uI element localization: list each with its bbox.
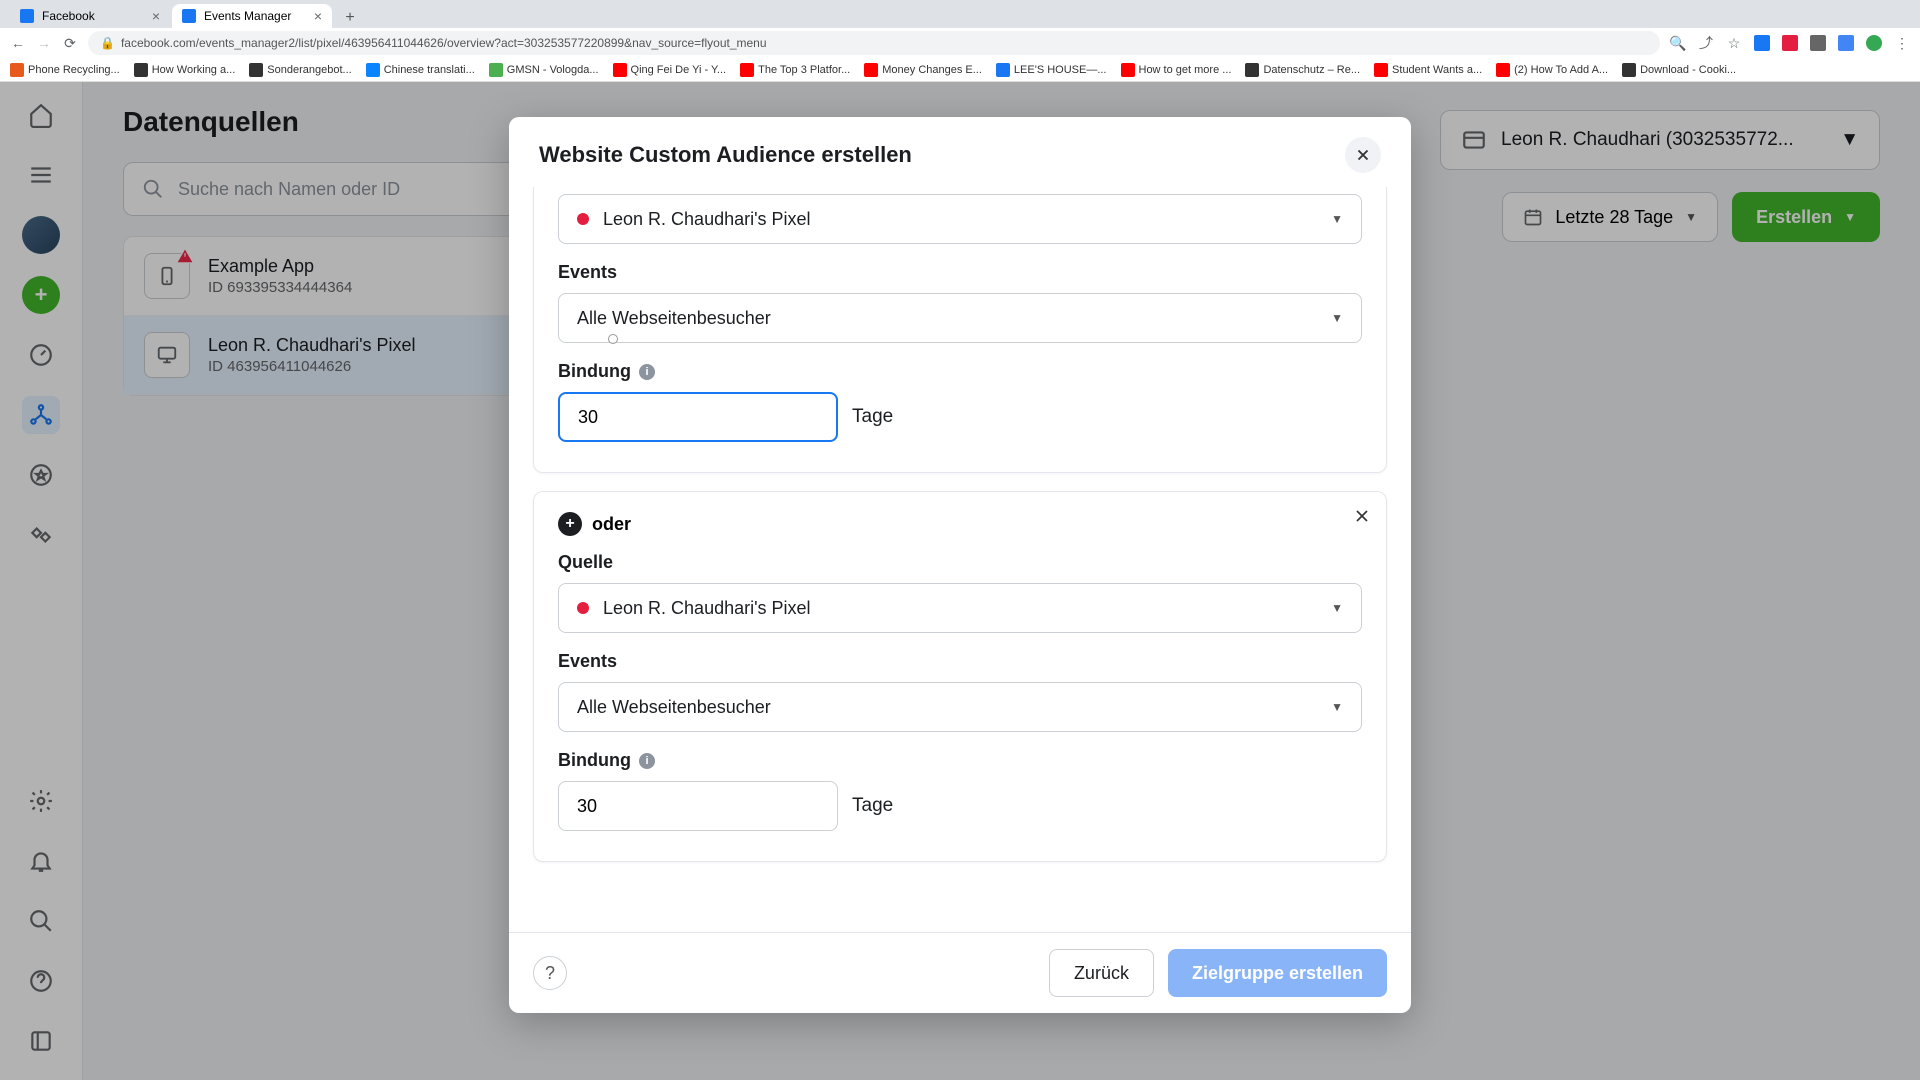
bookmark-item[interactable]: GMSN - Vologda... xyxy=(489,63,599,77)
chevron-down-icon: ▼ xyxy=(1331,700,1343,714)
pixel-status-dot xyxy=(577,213,589,225)
modal-title: Website Custom Audience erstellen xyxy=(539,142,912,168)
bookmark-item[interactable]: Chinese translati... xyxy=(366,63,475,77)
facebook-favicon xyxy=(182,9,196,23)
modal-header: Website Custom Audience erstellen xyxy=(509,117,1411,187)
bookmark-item[interactable]: Money Changes E... xyxy=(864,63,982,77)
bookmark-item[interactable]: (2) How To Add A... xyxy=(1496,63,1608,77)
extension-icon[interactable] xyxy=(1810,35,1826,51)
avatar-icon[interactable] xyxy=(1866,35,1882,51)
extension-icon[interactable] xyxy=(1754,35,1770,51)
events-dropdown[interactable]: Alle Webseitenbesucher ▼ xyxy=(558,293,1362,343)
bookmark-bar: Phone Recycling... How Working a... Sond… xyxy=(0,58,1920,82)
facebook-favicon xyxy=(20,9,34,23)
help-button[interactable]: ? xyxy=(533,956,567,990)
chevron-down-icon: ▼ xyxy=(1331,212,1343,226)
chevron-down-icon: ▼ xyxy=(1331,601,1343,615)
bookmark-item[interactable]: How to get more ... xyxy=(1121,63,1232,77)
bookmark-item[interactable]: Student Wants a... xyxy=(1374,63,1482,77)
close-icon xyxy=(1354,146,1372,164)
new-tab-button[interactable]: + xyxy=(340,8,360,28)
days-label: Tage xyxy=(852,406,893,428)
extension-icon[interactable] xyxy=(1782,35,1798,51)
url-text: facebook.com/events_manager2/list/pixel/… xyxy=(121,36,767,50)
browser-chrome: Facebook × Events Manager × + ← → ⟳ 🔒 fa… xyxy=(0,0,1920,82)
custom-audience-modal: Website Custom Audience erstellen Leon R… xyxy=(509,117,1411,1013)
close-modal-button[interactable] xyxy=(1345,137,1381,173)
retention-input[interactable] xyxy=(558,781,838,831)
bookmark-item[interactable]: How Working a... xyxy=(134,63,236,77)
browser-tab-active[interactable]: Events Manager × xyxy=(172,4,332,28)
bookmark-item[interactable]: The Top 3 Platfor... xyxy=(740,63,850,77)
bookmark-item[interactable]: LEE'S HOUSE—... xyxy=(996,63,1107,77)
back-icon[interactable]: ← xyxy=(10,35,26,51)
menu-icon[interactable]: ⋮ xyxy=(1894,35,1910,51)
browser-tab[interactable]: Facebook × xyxy=(10,4,170,28)
modal-footer: ? Zurück Zielgruppe erstellen xyxy=(509,932,1411,1013)
source-dropdown[interactable]: Leon R. Chaudhari's Pixel ▼ xyxy=(558,583,1362,633)
tab-title: Events Manager xyxy=(204,9,291,23)
info-icon[interactable]: i xyxy=(639,753,655,769)
modal-body: Leon R. Chaudhari's Pixel ▼ Events Alle … xyxy=(509,187,1411,932)
close-tab-icon[interactable]: × xyxy=(314,8,322,24)
retention-input[interactable] xyxy=(558,392,838,442)
source-value: Leon R. Chaudhari's Pixel xyxy=(603,209,811,230)
or-label: oder xyxy=(592,514,631,535)
remove-block-button[interactable] xyxy=(1352,506,1372,526)
bookmark-item[interactable]: Qing Fei De Yi - Y... xyxy=(613,63,727,77)
bookmark-item[interactable]: Sonderangebot... xyxy=(249,63,351,77)
source-dropdown[interactable]: Leon R. Chaudhari's Pixel ▼ xyxy=(558,194,1362,244)
events-value: Alle Webseitenbesucher xyxy=(577,308,771,329)
create-audience-button[interactable]: Zielgruppe erstellen xyxy=(1168,949,1387,997)
events-label: Events xyxy=(558,262,1362,283)
bookmark-item[interactable]: Phone Recycling... xyxy=(10,63,120,77)
reload-icon[interactable]: ⟳ xyxy=(62,35,78,51)
close-icon xyxy=(1352,506,1372,526)
create-audience-label: Zielgruppe erstellen xyxy=(1192,963,1363,984)
events-value: Alle Webseitenbesucher xyxy=(577,697,771,718)
source-value: Leon R. Chaudhari's Pixel xyxy=(603,598,811,619)
retention-label: Bindung i xyxy=(558,750,1362,771)
bookmark-item[interactable]: Download - Cooki... xyxy=(1622,63,1736,77)
extension-icon[interactable] xyxy=(1838,35,1854,51)
events-label: Events xyxy=(558,651,1362,672)
share-icon[interactable]: ⤴ xyxy=(1698,35,1714,51)
toolbar-icons: 🔍 ⤴ ☆ ⋮ xyxy=(1670,35,1910,51)
address-bar: ← → ⟳ 🔒 facebook.com/events_manager2/lis… xyxy=(0,28,1920,58)
criteria-block: Leon R. Chaudhari's Pixel ▼ Events Alle … xyxy=(533,187,1387,473)
forward-icon[interactable]: → xyxy=(36,35,52,51)
tab-bar: Facebook × Events Manager × + xyxy=(0,0,1920,28)
bookmark-item[interactable]: Datenschutz – Re... xyxy=(1245,63,1360,77)
retention-label: Bindung i xyxy=(558,361,1362,382)
or-indicator: + oder xyxy=(558,512,1362,536)
events-dropdown[interactable]: Alle Webseitenbesucher ▼ xyxy=(558,682,1362,732)
close-tab-icon[interactable]: × xyxy=(152,8,160,24)
days-label: Tage xyxy=(852,795,893,817)
url-input[interactable]: 🔒 facebook.com/events_manager2/list/pixe… xyxy=(88,31,1660,55)
source-label: Quelle xyxy=(558,552,1362,573)
back-button[interactable]: Zurück xyxy=(1049,949,1154,997)
pixel-status-dot xyxy=(577,602,589,614)
chevron-down-icon: ▼ xyxy=(1331,311,1343,325)
cursor-indicator xyxy=(608,334,618,344)
tab-title: Facebook xyxy=(42,9,95,23)
star-icon[interactable]: ☆ xyxy=(1726,35,1742,51)
info-icon[interactable]: i xyxy=(639,364,655,380)
criteria-block: + oder Quelle Leon R. Chaudhari's Pixel … xyxy=(533,491,1387,862)
zoom-icon[interactable]: 🔍 xyxy=(1670,35,1686,51)
lock-icon: 🔒 xyxy=(100,36,115,50)
plus-icon: + xyxy=(558,512,582,536)
back-label: Zurück xyxy=(1074,963,1129,984)
